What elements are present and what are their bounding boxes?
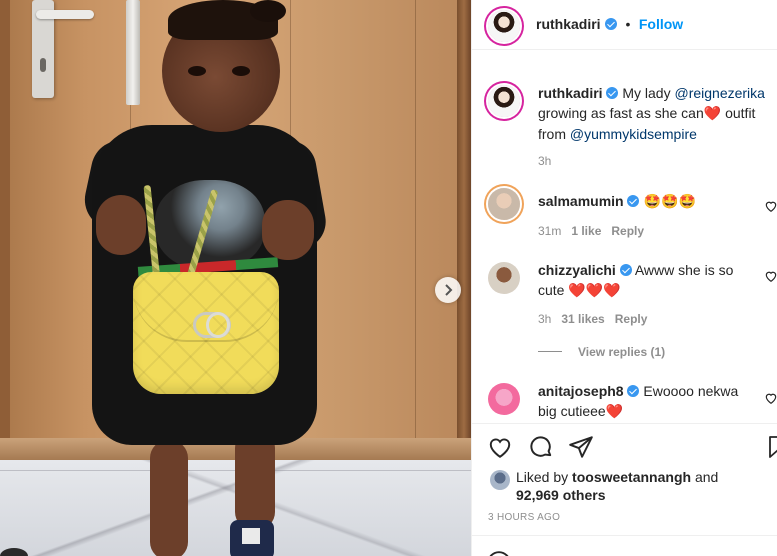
follow-button[interactable]: Follow [639,16,683,32]
comment-avatar[interactable] [488,262,520,294]
comment: chizzyalichi Awww she is so cute ❤️❤️❤️ [538,260,748,301]
replies-divider [538,351,562,352]
comment-username[interactable]: salmamumin [538,193,624,209]
comment: salmamumin 🤩🤩🤩 [538,191,758,212]
comment-bubble-icon[interactable] [528,434,554,460]
verified-badge-icon [627,195,640,207]
caption-mention[interactable]: @reignezerika [674,85,764,101]
door-panel-line [415,0,416,440]
verified-badge-icon [606,87,619,99]
comment-text: Ewoooo nekwa [639,383,739,399]
caption-text: outfit [721,105,756,121]
child-hand [262,200,314,260]
comment-timestamp[interactable]: 3h [538,312,551,326]
comment-likes[interactable]: 31 likes [561,312,604,326]
emoji-icon[interactable] [486,550,512,556]
liked-by-and: and [691,469,719,485]
heart-emoji: ❤️ [605,404,624,420]
verified-badge-icon [627,385,640,397]
child-leg [235,430,275,530]
comments-list[interactable]: ruthkadiri My lady @reignezerika growing… [472,51,777,423]
reply-button[interactable]: Reply [615,312,648,326]
view-replies-button[interactable]: View replies (1) [578,345,665,359]
child-eye [232,66,250,76]
likes-summary: Liked by toosweetannangh and 92,969 othe… [516,468,766,504]
comment-meta: 3h 31 likes Reply [538,312,647,326]
liker-avatar[interactable] [490,470,510,490]
comment-text: big cutieee [538,403,606,419]
heart-outline-icon[interactable] [487,434,513,460]
caption-text: growing as fast as she can [538,105,704,121]
comment: anitajoseph8 Ewoooo nekwa big cutieee❤️ [538,381,748,422]
comment-username[interactable]: anitajoseph8 [538,383,624,399]
comment-username[interactable]: chizzyalichi [538,262,616,278]
caption-timestamp[interactable]: 3h [538,154,551,168]
door-frame [457,0,471,450]
heart-emoji: ❤️❤️❤️ [568,283,621,299]
door-handle [36,10,94,19]
caption: ruthkadiri My lady @reignezerika growing… [538,83,768,144]
door-hinge [126,0,140,105]
post-photo[interactable] [0,0,471,556]
author-username[interactable]: ruthkadiri [536,16,601,32]
comment-avatar[interactable] [488,188,520,220]
comment-like-icon[interactable] [764,269,777,283]
likes-count[interactable]: 92,969 others [516,487,606,503]
comment-likes[interactable]: 1 like [571,224,601,238]
next-image-button[interactable] [435,277,461,303]
caption-text: from [538,126,570,142]
paper-plane-icon[interactable] [568,434,594,460]
post-header: ruthkadiri • Follow [472,0,777,50]
comment-text: 🤩🤩🤩 [639,194,697,210]
add-comment-bar [472,535,777,556]
caption-mention[interactable]: @yummykidsempire [570,126,697,142]
keyhole [40,58,46,72]
caption-text: My lady [618,85,675,101]
bookmark-icon[interactable] [768,434,777,460]
author-avatar[interactable] [488,10,520,42]
shoe-tag [242,528,260,544]
handbag-logo [193,312,231,338]
action-bar [472,423,777,469]
heart-emoji: ❤️ [703,106,722,122]
comment-text: cute [538,282,569,298]
comment-like-icon[interactable] [764,391,777,405]
header-author: ruthkadiri • Follow [536,16,683,34]
liked-by-user[interactable]: toosweetannangh [572,469,691,485]
caption-username[interactable]: ruthkadiri [538,85,603,101]
child-hair-bun [250,0,286,22]
chevron-right-icon [445,284,453,296]
comment-like-icon[interactable] [764,199,777,213]
comment-avatar[interactable] [488,383,520,415]
comment-meta: 31m 1 like Reply [538,224,644,238]
verified-badge-icon [619,264,632,276]
separator-dot: • [625,16,631,32]
verified-badge-icon [605,18,618,30]
door-frame [0,0,10,450]
child-eye [188,66,206,76]
child-hand [96,195,146,255]
child-leg [150,440,188,556]
comment-timestamp[interactable]: 31m [538,224,561,238]
reply-button[interactable]: Reply [611,224,644,238]
comment-text: Awww she is so [631,262,734,278]
post-sidebar: ruthkadiri • Follow ruthkadiri My lady @… [471,0,777,556]
caption-avatar[interactable] [488,85,520,117]
post-timestamp[interactable]: 3 HOURS AGO [488,512,560,523]
liked-by-prefix: Liked by [516,469,573,485]
